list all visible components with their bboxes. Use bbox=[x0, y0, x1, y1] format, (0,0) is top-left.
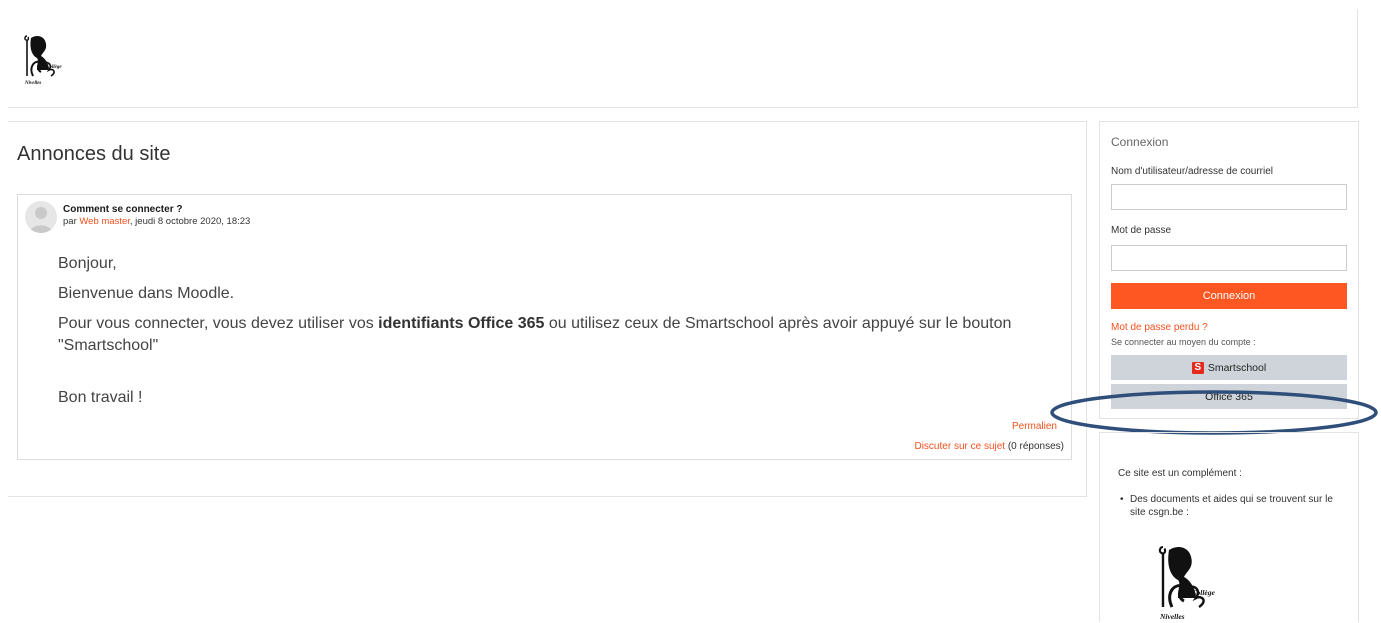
post-line: Bienvenue dans Moodle. bbox=[58, 285, 235, 302]
info-block: Ce site est un complément : Des document… bbox=[1099, 432, 1359, 622]
discuss-link[interactable]: Discuter sur ce sujet bbox=[914, 441, 1005, 452]
page-title: Annonces du site bbox=[17, 143, 171, 165]
user-avatar[interactable] bbox=[25, 201, 57, 233]
post-text: Pour vous connecter, vous devez utiliser… bbox=[58, 315, 379, 332]
forgot-password-link[interactable]: Mot de passe perdu ? bbox=[1111, 322, 1208, 333]
info-intro: Ce site est un complément : bbox=[1118, 468, 1242, 479]
discuss-row: Discuter sur ce sujet (0 réponses) bbox=[914, 441, 1064, 452]
forum-post: Comment se connecter ? par Web master, j… bbox=[17, 194, 1072, 460]
login-title: Connexion bbox=[1111, 135, 1169, 149]
post-line: Bon travail ! bbox=[58, 389, 143, 406]
post-line: Pour vous connecter, vous devez utiliser… bbox=[58, 313, 1058, 357]
permalink-link[interactable]: Permalien bbox=[1012, 421, 1057, 432]
login-button[interactable]: Connexion bbox=[1111, 283, 1347, 309]
username-input[interactable] bbox=[1111, 184, 1347, 210]
password-input[interactable] bbox=[1111, 245, 1347, 271]
post-date: , jeudi 8 octobre 2020, 18:23 bbox=[129, 216, 251, 227]
post-body: Bonjour, Bienvenue dans Moodle. Pour vou… bbox=[58, 253, 1058, 417]
svg-text:Nivelles: Nivelles bbox=[24, 81, 41, 86]
reply-count: (0 réponses) bbox=[1005, 441, 1064, 452]
login-block: Connexion Nom d'utilisateur/adresse de c… bbox=[1099, 121, 1359, 419]
page-header: Collège Nivelles bbox=[8, 9, 1358, 108]
svg-text:Nivelles: Nivelles bbox=[1159, 612, 1185, 621]
smartschool-label: Smartschool bbox=[1207, 361, 1267, 374]
post-subject: Comment se connecter ? bbox=[63, 204, 183, 215]
post-byline: par Web master, jeudi 8 octobre 2020, 18… bbox=[63, 216, 250, 227]
site-announcements-block: Annonces du site Comment se connecter ? … bbox=[8, 121, 1087, 497]
svg-text:Collège: Collège bbox=[46, 65, 62, 70]
office365-label: Office 365 bbox=[1205, 390, 1253, 403]
password-label: Mot de passe bbox=[1111, 225, 1172, 236]
smartschool-button[interactable]: S Smartschool bbox=[1111, 355, 1347, 380]
smartschool-icon: S bbox=[1191, 361, 1204, 374]
list-item: Des documents et aides qui se trouvent s… bbox=[1120, 493, 1350, 519]
user-icon bbox=[29, 207, 53, 233]
svg-text:Collège: Collège bbox=[1192, 588, 1216, 597]
byline-prefix: par bbox=[63, 216, 80, 227]
college-logo-icon[interactable]: Collège Nivelles bbox=[19, 30, 63, 86]
author-link[interactable]: Web master bbox=[79, 216, 130, 227]
post-bold-text: identifiants Office 365 bbox=[378, 315, 545, 332]
college-logo-icon[interactable]: Collège Nivelles bbox=[1151, 537, 1217, 623]
office365-button[interactable]: Office 365 bbox=[1111, 384, 1347, 409]
username-label: Nom d'utilisateur/adresse de courriel bbox=[1111, 166, 1273, 177]
info-list: Des documents et aides qui se trouvent s… bbox=[1120, 493, 1350, 519]
post-line: Bonjour, bbox=[58, 255, 117, 272]
sso-label: Se connecter au moyen du compte : bbox=[1111, 337, 1256, 347]
